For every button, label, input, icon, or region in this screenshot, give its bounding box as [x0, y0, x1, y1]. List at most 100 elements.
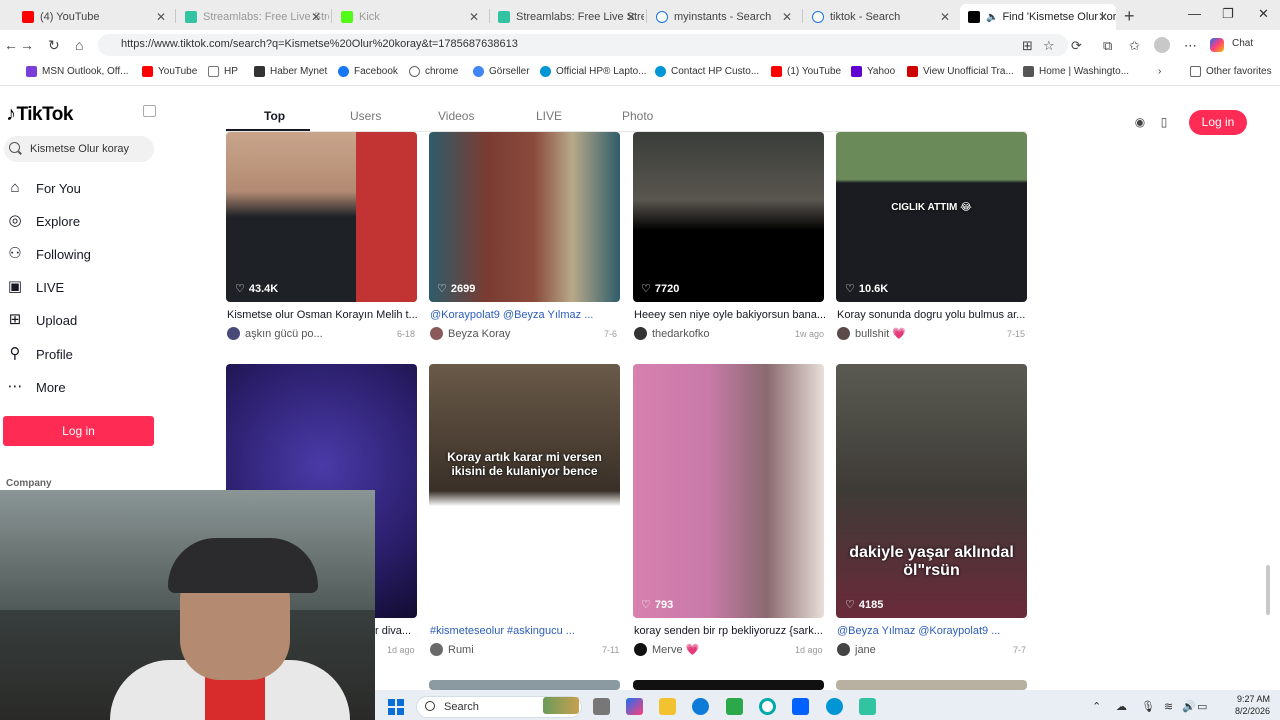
bookmark-hp-contact[interactable]: Contact HP Custo... [655, 66, 759, 77]
video-caption[interactable]: @Beyza Yılmaz @Koraypolat9 ... [837, 625, 1028, 637]
favorite-star-icon[interactable]: ☆ [1043, 38, 1055, 54]
video-author[interactable]: Beyza Koray [430, 327, 510, 340]
home-icon[interactable]: ⌂ [75, 37, 83, 53]
video-author[interactable]: Rumi [430, 643, 474, 656]
app-available-icon[interactable]: ⊞ [1022, 38, 1033, 54]
edge-icon[interactable] [692, 698, 709, 715]
copilot-chat-label[interactable]: Chat [1232, 38, 1253, 49]
video-thumbnail[interactable] [836, 680, 1027, 690]
browser-tab-tiktok-active[interactable]: 🔈 Find 'Kismetse Olur kora ✕ [960, 4, 1116, 30]
nav-profile[interactable]: ⚲ Profile [6, 345, 73, 363]
close-icon[interactable]: ✕ [156, 10, 166, 24]
video-author[interactable]: bullshit 💗 [837, 327, 906, 340]
nav-upload[interactable]: ⊞ Upload [6, 311, 78, 329]
profile-avatar[interactable] [1154, 37, 1170, 53]
forward-icon[interactable]: → [20, 37, 34, 53]
close-icon[interactable]: ✕ [469, 10, 479, 24]
windows-start-icon[interactable] [388, 699, 404, 715]
nav-following[interactable]: ⚇ Following [6, 245, 91, 263]
speaker-icon[interactable]: 🔈 [986, 12, 998, 23]
bookmark-youtube[interactable]: YouTube [142, 66, 197, 77]
page-scrollbar[interactable] [1266, 565, 1270, 615]
taskbar-search-label[interactable]: Search [444, 701, 479, 713]
more-menu-icon[interactable]: ⋯ [1184, 38, 1197, 54]
browser-tab-youtube[interactable]: (4) YouTube ✕ [14, 4, 174, 30]
video-thumbnail[interactable] [429, 680, 620, 690]
video-thumbnail[interactable]: dakiyle yaşar aklındal öl"rsün [836, 364, 1027, 618]
bookmark-msn[interactable]: MSN Outlook, Off... [26, 66, 129, 77]
bookmark-facebook[interactable]: Facebook [338, 66, 398, 77]
video-author[interactable]: Merve 💗 [634, 643, 699, 656]
video-caption[interactable]: @Koraypolat9 @Beyza Yılmaz ... [430, 309, 621, 321]
bookmark-haber-mynet[interactable]: Haber Mynet [254, 66, 327, 77]
close-icon[interactable]: ✕ [626, 10, 636, 24]
extensions-icon[interactable]: ⧉ [1103, 38, 1112, 54]
app-ring-icon[interactable] [759, 698, 776, 715]
bookmark-hp-folder[interactable]: HP [208, 66, 238, 77]
video-thumbnail[interactable] [633, 364, 824, 618]
close-window-button[interactable]: ✕ [1258, 6, 1269, 22]
video-author[interactable]: thedarkofko [634, 327, 709, 340]
video-caption[interactable]: Heeey sen niye oyle bakiyorsun bana... [634, 309, 825, 321]
store-icon[interactable] [726, 698, 743, 715]
tab-videos[interactable]: Videos [438, 109, 474, 123]
browser-tab-tiktok-search[interactable]: tiktok - Search ✕ [804, 4, 958, 30]
microphone-icon[interactable]: 🎙 [1141, 700, 1155, 713]
header-login-button[interactable]: Log in [1189, 110, 1247, 135]
nav-for-you[interactable]: ⌂ For You [6, 179, 80, 197]
copilot-taskbar-icon[interactable] [626, 698, 643, 715]
cloud-icon[interactable]: ☁ [1116, 700, 1127, 713]
bookmark-youtube-2[interactable]: (1) YouTube [771, 66, 841, 77]
video-caption[interactable]: Koray sonunda dogru yolu bulmus ar... [837, 309, 1028, 321]
video-thumbnail[interactable] [226, 132, 417, 302]
browser-tab-kick[interactable]: Kick ✕ [333, 4, 487, 30]
maximize-button[interactable]: ❐ [1222, 6, 1234, 22]
coin-icon[interactable]: ◉ [1132, 115, 1148, 131]
nav-live[interactable]: ▣ LIVE [6, 278, 64, 296]
bookmark-chrome[interactable]: chrome [409, 66, 458, 77]
browser-tab-myinstants[interactable]: myinstants - Search ✕ [648, 4, 800, 30]
nav-more[interactable]: ⋯ More [6, 378, 66, 396]
nav-explore[interactable]: ◎ Explore [6, 212, 80, 230]
back-icon[interactable]: ← [4, 37, 18, 53]
file-explorer-icon[interactable] [659, 698, 676, 715]
video-author[interactable]: jane [837, 643, 876, 656]
hp-icon[interactable] [826, 698, 843, 715]
video-thumbnail[interactable]: Koray artık karar mi versen ikisini de k… [429, 364, 620, 618]
video-caption[interactable]: koray senden bir rp bekliyoruzz {sark... [634, 625, 825, 637]
tab-live[interactable]: LIVE [536, 109, 562, 123]
bookmark-gorseller[interactable]: Görseller [473, 66, 530, 77]
close-icon[interactable]: ✕ [782, 10, 792, 24]
wifi-icon[interactable]: ≋ [1164, 700, 1173, 713]
minimize-button[interactable]: — [1188, 6, 1201, 21]
chevron-right-icon[interactable]: › [1158, 66, 1161, 77]
tab-top[interactable]: Top [264, 109, 285, 123]
video-caption[interactable]: Kismetse olur Osman Korayın Melih t... [227, 309, 418, 321]
bookmark-view-unofficial[interactable]: View Unofficial Tra... [907, 66, 1014, 77]
tab-photo[interactable]: Photo [622, 109, 653, 123]
video-caption[interactable]: #kismeteseolur #askingucu ... [430, 625, 621, 637]
close-icon[interactable]: ✕ [1098, 10, 1108, 24]
url-text[interactable]: https://www.tiktok.com/search?q=Kismetse… [121, 38, 518, 50]
close-icon[interactable]: ✕ [940, 10, 950, 24]
favorites-icon[interactable]: ✩ [1129, 38, 1140, 54]
search-value[interactable]: Kismetse Olur koray [30, 143, 129, 155]
phone-icon[interactable]: ▯ [1156, 115, 1172, 131]
browser-tab-streamlabs[interactable]: Streamlabs: Free Live Stream ✕ [177, 4, 329, 30]
new-tab-button[interactable]: + [1124, 6, 1135, 27]
video-thumbnail[interactable]: CIGLIK ATTIM 😂 [836, 132, 1027, 302]
bookmark-yahoo[interactable]: Yahoo [851, 66, 895, 77]
video-thumbnail[interactable] [633, 132, 824, 302]
bookmark-hp-laptop[interactable]: Official HP® Lapto... [540, 66, 647, 77]
refresh-extension-icon[interactable]: ⟳ [1071, 38, 1082, 54]
refresh-icon[interactable]: ↻ [48, 37, 60, 54]
login-button[interactable]: Log in [3, 416, 154, 446]
clock-time[interactable]: 9:27 AM [1218, 694, 1270, 704]
task-view-icon[interactable] [593, 698, 610, 715]
volume-icon[interactable]: 🔊 [1182, 700, 1196, 713]
search-icon[interactable] [9, 142, 20, 153]
dropbox-icon[interactable] [792, 698, 809, 715]
collapse-sidebar-icon[interactable] [143, 105, 156, 117]
clock-date[interactable]: 8/2/2026 [1200, 706, 1270, 716]
video-thumbnail[interactable] [633, 680, 824, 690]
